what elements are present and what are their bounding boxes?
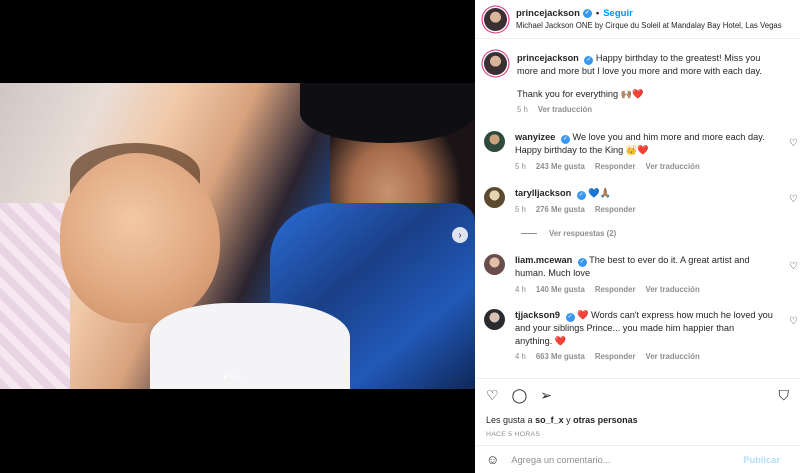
post-photo bbox=[0, 83, 475, 389]
carousel-dot bbox=[230, 375, 233, 378]
avatar[interactable] bbox=[484, 309, 505, 330]
comment-likes[interactable]: 276 Me gusta bbox=[536, 205, 585, 214]
photo-high-chair bbox=[150, 303, 350, 389]
comment-item: tarylljackson ✓ 💙🙏🏽 5 h 276 Me gusta Res… bbox=[484, 187, 773, 214]
carousel-dots bbox=[224, 375, 245, 378]
reply-button[interactable]: Responder bbox=[595, 352, 636, 361]
comment-username[interactable]: tarylljackson bbox=[515, 188, 571, 198]
post-media: › bbox=[0, 0, 475, 473]
likes-summary: Les gusta a so_f_x y otras personas bbox=[486, 415, 638, 425]
translate-link[interactable]: Ver traducción bbox=[646, 285, 700, 294]
heart-icon[interactable]: ♡ bbox=[789, 261, 798, 272]
verified-icon: ✓ bbox=[577, 258, 587, 267]
view-replies-label: Ver respuestas (2) bbox=[549, 229, 617, 238]
comment-input[interactable] bbox=[511, 454, 742, 465]
photo-baby bbox=[60, 153, 220, 323]
caption-username[interactable]: princejackson bbox=[517, 53, 579, 63]
avatar[interactable] bbox=[484, 52, 507, 75]
comment-username[interactable]: liam.mcewan bbox=[515, 255, 572, 265]
avatar[interactable] bbox=[484, 254, 505, 275]
caption-text-2: Thank you for everything 🙌🏽❤️ bbox=[517, 88, 644, 99]
comment-item: tjjackson9 ✓ ❤️ Words can't express how … bbox=[484, 309, 773, 361]
reply-button[interactable]: Responder bbox=[595, 205, 636, 214]
carousel-dot bbox=[236, 375, 239, 378]
reply-button[interactable]: Responder bbox=[595, 162, 636, 171]
bookmark-icon[interactable]: ⛉ bbox=[779, 387, 790, 404]
chevron-right-icon[interactable]: › bbox=[452, 227, 468, 243]
post-sidebar: princejackson ✓ • Seguir Michael Jackson… bbox=[475, 0, 800, 473]
comment-likes[interactable]: 140 Me gusta bbox=[536, 285, 585, 294]
post-timestamp[interactable]: HACE 5 HORAS bbox=[486, 431, 540, 438]
add-comment-bar: ☺ Publicar bbox=[475, 445, 800, 473]
verified-icon: ✓ bbox=[560, 135, 570, 144]
emoji-icon[interactable]: ☺ bbox=[486, 452, 499, 467]
likes-joiner: y bbox=[566, 415, 571, 425]
comment-username[interactable]: wanyizee bbox=[515, 132, 555, 142]
verified-icon: ✓ bbox=[582, 9, 592, 18]
likes-user[interactable]: so_f_x bbox=[535, 415, 564, 425]
publish-button[interactable]: Publicar bbox=[743, 455, 780, 465]
comment-likes[interactable]: 243 Me gusta bbox=[536, 162, 585, 171]
photo-hat bbox=[300, 83, 475, 143]
comment-text: 💙🙏🏽 bbox=[588, 188, 612, 198]
verified-icon: ✓ bbox=[576, 191, 586, 200]
post-header: princejackson ✓ • Seguir Michael Jackson… bbox=[475, 0, 800, 39]
translate-link[interactable]: Ver traducción bbox=[646, 162, 700, 171]
separator-dot: • bbox=[595, 8, 600, 19]
comment-time[interactable]: 4 h bbox=[515, 285, 526, 294]
comment-likes[interactable]: 663 Me gusta bbox=[536, 352, 585, 361]
translate-link[interactable]: Ver traducción bbox=[646, 352, 700, 361]
comment-icon[interactable]: ◯ bbox=[512, 387, 528, 404]
heart-icon[interactable]: ♡ bbox=[789, 194, 798, 205]
avatar[interactable] bbox=[484, 131, 505, 152]
heart-icon[interactable]: ♡ bbox=[789, 316, 798, 327]
likes-prefix: Les gusta a bbox=[486, 415, 533, 425]
caption-time[interactable]: 5 h bbox=[517, 105, 528, 114]
carousel-dot bbox=[224, 375, 227, 378]
carousel-dot bbox=[242, 375, 245, 378]
comment-time[interactable]: 5 h bbox=[515, 162, 526, 171]
avatar[interactable] bbox=[484, 187, 505, 208]
comment-time[interactable]: 4 h bbox=[515, 352, 526, 361]
comment-item: liam.mcewan ✓ The best to ever do it. A … bbox=[484, 254, 773, 294]
avatar[interactable] bbox=[484, 7, 507, 31]
share-icon[interactable]: ➢ bbox=[540, 387, 552, 404]
caption: princejackson ✓ Happy birthday to the gr… bbox=[484, 52, 775, 114]
comment-time[interactable]: 5 h bbox=[515, 205, 526, 214]
comment-username[interactable]: tjjackson9 bbox=[515, 310, 560, 320]
verified-icon: ✓ bbox=[584, 56, 594, 65]
view-replies[interactable]: Ver respuestas (2) bbox=[521, 229, 616, 238]
reply-button[interactable]: Responder bbox=[595, 285, 636, 294]
replies-line bbox=[521, 233, 537, 234]
follow-button[interactable]: Seguir bbox=[603, 8, 633, 19]
comment-item: wanyizee ✓ We love you and him more and … bbox=[484, 131, 773, 171]
header-username[interactable]: princejackson bbox=[516, 8, 580, 19]
translate-link[interactable]: Ver traducción bbox=[538, 105, 592, 114]
heart-icon[interactable]: ♡ bbox=[486, 387, 499, 404]
heart-icon[interactable]: ♡ bbox=[789, 138, 798, 149]
verified-icon: ✓ bbox=[565, 313, 575, 322]
location-link[interactable]: Michael Jackson ONE by Cirque du Soleil … bbox=[516, 21, 782, 30]
likes-others[interactable]: otras personas bbox=[573, 415, 638, 425]
